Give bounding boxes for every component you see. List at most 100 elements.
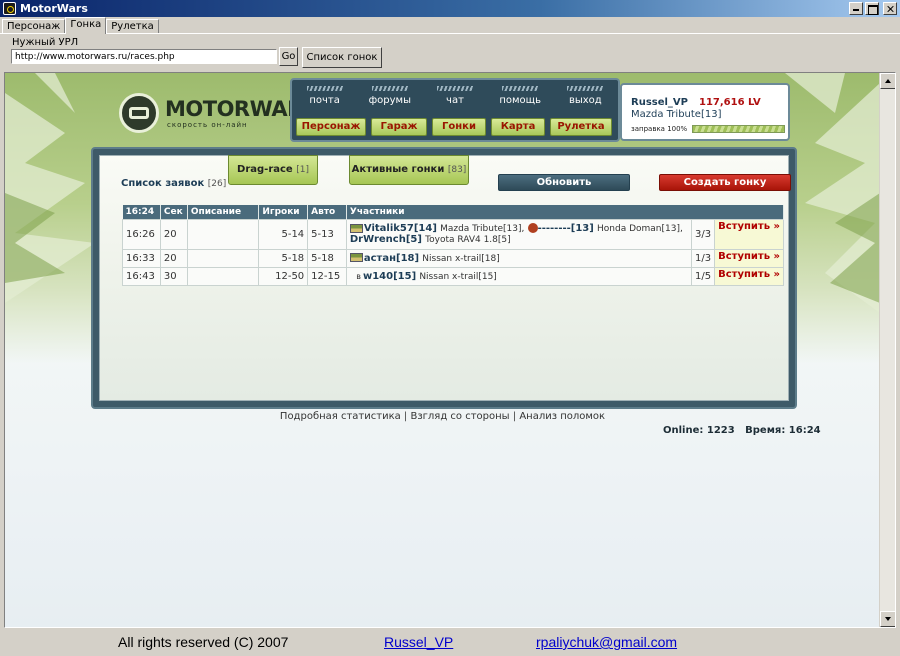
join-race-button[interactable]: Вступить »: [714, 266, 784, 286]
active-races-label: Активные гонки: [351, 164, 445, 175]
participant-name[interactable]: w140: [363, 271, 393, 282]
race-participants: астан[18] Nissan x-trail[18]: [345, 248, 693, 268]
stripes-icon: [306, 86, 343, 91]
nav-button-races[interactable]: Гонки: [432, 118, 486, 136]
table-header: 16:24 Сек Описание Игроки Авто Участники: [122, 205, 785, 219]
race-desc: [186, 248, 260, 268]
email-link[interactable]: rpaliychuk@gmail.com: [536, 634, 677, 650]
app-icon: [3, 2, 16, 15]
tab-ruletka[interactable]: Рулетка: [106, 19, 159, 34]
nav-link-label: помощь: [499, 95, 541, 106]
nav-link-label: почта: [309, 95, 340, 106]
tab-divider: [0, 33, 900, 34]
nav-button-map[interactable]: Карта: [491, 118, 545, 136]
participant-level: [15]: [393, 270, 417, 282]
race-sec: 20: [159, 248, 188, 268]
maximize-icon[interactable]: [865, 2, 879, 15]
user-car[interactable]: Mazda Tribute[13]: [631, 109, 721, 120]
race-list-button[interactable]: Список гонок: [302, 47, 382, 68]
go-button[interactable]: Go: [279, 47, 298, 66]
col-auto[interactable]: Авто: [307, 205, 347, 219]
table-row: 16:33 20 5-18 5-18 астан[18] Nissan x-tr…: [122, 248, 784, 268]
requests-count: [26]: [207, 179, 227, 189]
nav-button-roulette[interactable]: Рулетка: [550, 118, 612, 136]
race-players: 12-50: [258, 266, 309, 286]
link-statistics[interactable]: Подробная статистика: [280, 411, 401, 422]
close-icon[interactable]: [883, 2, 897, 15]
nav-link-pochta[interactable]: почта: [296, 86, 354, 106]
race-sec: 30: [159, 266, 188, 286]
col-participants[interactable]: Участники: [346, 205, 785, 219]
minimize-icon[interactable]: [849, 2, 863, 15]
create-race-button[interactable]: Создать гонку: [659, 174, 791, 191]
nav-button-personazh[interactable]: Персонаж: [296, 118, 366, 136]
stripes-icon: [436, 86, 473, 91]
scroll-down-icon[interactable]: [880, 611, 895, 627]
participant-name[interactable]: --------: [538, 223, 571, 234]
nav-link-chat[interactable]: чат: [426, 86, 484, 106]
vertical-scrollbar[interactable]: [879, 73, 895, 627]
app-tabs: Персонаж Гонка Рулетка: [2, 17, 159, 34]
col-sec[interactable]: Сек: [160, 205, 188, 219]
nav-button-garage[interactable]: Гараж: [371, 118, 427, 136]
nav-link-exit[interactable]: выход: [556, 86, 614, 106]
race-auto: 5-18: [307, 248, 347, 268]
nav-link-label: чат: [446, 95, 464, 106]
participant-name[interactable]: DrWrench: [350, 234, 406, 245]
link-outside-view[interactable]: Взгляд со стороны: [410, 411, 509, 422]
footer-separator: |: [512, 411, 517, 422]
race-sec: 20: [159, 218, 188, 250]
copyright-text: All rights reserved (C) 2007: [118, 634, 289, 650]
race-participants: Vitalik57[14] Mazda Tribute[13], -------…: [345, 218, 693, 250]
participant-level: [14]: [413, 223, 437, 234]
races-panel: Список заявок [26] Drag-race [1] Активны…: [99, 155, 791, 401]
table-row: 16:26 20 5-14 5-13 Vitalik57[14] Mazda T…: [122, 218, 784, 250]
clan-avatar-icon: [527, 223, 538, 233]
col-time[interactable]: 16:24: [122, 205, 161, 219]
col-players[interactable]: Игроки: [258, 205, 309, 219]
title-bar: MotorWars: [0, 0, 900, 17]
refresh-button[interactable]: Обновить: [498, 174, 630, 191]
join-race-button[interactable]: Вступить »: [714, 218, 784, 250]
active-races-tab[interactable]: Активные гонки [83]: [349, 155, 469, 185]
logo-icon: [119, 93, 159, 133]
tab-personazh[interactable]: Персонаж: [2, 19, 66, 34]
requests-title[interactable]: Список заявок [26]: [121, 178, 226, 189]
tab-gonka[interactable]: Гонка: [65, 17, 107, 34]
race-auto: 5-13: [307, 218, 347, 250]
drag-race-label: Drag-race: [237, 164, 293, 175]
participant-level: [18]: [396, 252, 420, 264]
race-time: 16:33: [122, 248, 161, 268]
browser-view: MOTORWARS.RU скорость он-лайн почта фору…: [4, 72, 896, 628]
drag-race-tab[interactable]: Drag-race [1]: [228, 155, 318, 185]
scroll-up-icon[interactable]: [880, 73, 895, 89]
requests-title-label: Список заявок: [121, 178, 205, 189]
nav-link-forums[interactable]: форумы: [361, 86, 419, 106]
author-link[interactable]: Russel_VP: [384, 634, 453, 650]
nav-link-label: форумы: [368, 95, 411, 106]
window-title: MotorWars: [20, 2, 88, 15]
clan-flag-icon: [349, 223, 363, 233]
participant-name[interactable]: астан: [364, 253, 396, 264]
user-money: 117,616 LV: [699, 97, 761, 108]
link-breakdown-analysis[interactable]: Анализ поломок: [519, 411, 605, 422]
col-desc[interactable]: Описание: [187, 205, 260, 219]
nav-link-help[interactable]: помощь: [491, 86, 549, 106]
fuel-bar: [692, 125, 785, 133]
url-input[interactable]: [11, 49, 277, 64]
join-race-button[interactable]: Вступить »: [714, 248, 784, 268]
race-participants: в w140[15] Nissan x-trail[15]: [345, 266, 693, 286]
user-panel: Russel_VP 117,616 LV Mazda Tribute[13] з…: [620, 83, 790, 141]
user-name[interactable]: Russel_VP: [631, 97, 688, 108]
bottom-bar: All rights reserved (C) 2007 Russel_VP r…: [0, 630, 900, 656]
races-frame: Список заявок [26] Drag-race [1] Активны…: [91, 147, 797, 409]
nav-top-links: почта форумы чат помощь выход: [292, 86, 618, 106]
online-count: Online: 1223: [663, 425, 735, 436]
race-slots: 1/3: [691, 248, 716, 268]
participant-name[interactable]: Vitalik57: [364, 223, 414, 234]
server-time: Время: 16:24: [745, 425, 821, 436]
race-time: 16:43: [122, 266, 161, 286]
race-slots: 1/5: [691, 266, 716, 286]
participant-car: Nissan x-trail[18]: [422, 253, 500, 264]
participant-car: Honda Doman[13],: [597, 224, 683, 234]
